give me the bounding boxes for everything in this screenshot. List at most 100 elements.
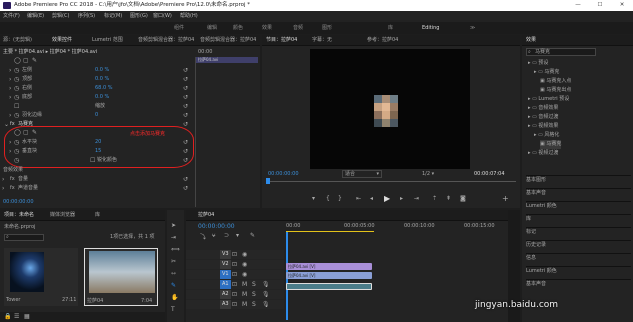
reset-icon[interactable]: ↺ [183,111,188,120]
tab-reference[interactable]: 参考：拉萨04 [367,35,398,46]
snap-icon[interactable]: ⩝ [212,232,215,240]
expand-arrow-icon[interactable]: › [2,175,4,184]
effects-section-header[interactable]: 信息 [526,253,631,262]
eye-icon[interactable]: ◉ [242,260,247,269]
add-marker-icon[interactable]: ▾ [236,232,239,239]
effects-search-input[interactable]: ⌕ 马赛克 [526,48,596,56]
menu-clip[interactable]: 剪辑(C) [52,11,69,22]
selection-tool-icon[interactable]: ➤ [171,222,176,229]
tab-source[interactable]: 源：(无剪辑) [3,35,32,46]
expand-arrow-icon[interactable]: › [9,66,11,75]
effects-section-header[interactable]: 基本图形 [526,175,631,184]
pen-mask-icon[interactable]: ✎ [32,57,37,64]
expand-arrow-icon[interactable]: › [9,93,11,102]
effects-section-header[interactable]: 库 [526,214,631,223]
effects-section-header[interactable]: 基本声音 [526,188,631,197]
effects-tree-item[interactable]: ▸ ▭ 音频效果 [528,104,558,113]
list-view-icon[interactable]: ☰ [14,313,19,320]
fit-dropdown[interactable]: 适合 ▾ [342,170,382,178]
workspace-libraries[interactable]: 库 [388,22,393,34]
mute-icon[interactable]: M [242,300,247,309]
expand-arrow-icon[interactable]: ⌄ [4,120,9,129]
menu-window[interactable]: 窗口(W) [153,11,172,22]
menu-marker[interactable]: 标记(M) [104,11,122,22]
ripple-edit-tool-icon[interactable]: ⟺ [171,246,180,253]
stopwatch-icon[interactable]: ◷ [14,75,19,84]
tab-libraries[interactable]: 库 [95,210,100,221]
reset-icon[interactable]: ↺ [183,102,188,111]
timeline-timecode[interactable]: 00:00:00:00 [198,222,235,231]
expand-arrow-icon[interactable]: › [2,184,4,193]
reset-icon[interactable]: ↺ [183,75,188,84]
tab-audio-mixer[interactable]: 音频剪辑混合器：拉萨04 [138,35,194,46]
track-label[interactable]: V3 [220,250,231,259]
play-icon[interactable]: ▶ [384,194,390,203]
menu-file[interactable]: 文件(F) [3,11,20,22]
track-label[interactable]: A1 [220,280,231,289]
menu-sequence[interactable]: 序列(S) [78,11,95,22]
effect-timecode[interactable]: 00:00:00:00 [3,198,34,207]
track-lock-icon[interactable]: ⊡ [232,290,237,299]
go-to-out-icon[interactable]: ⇥ [414,195,419,202]
add-marker-icon[interactable]: ▾ [312,195,315,202]
tab-effect-controls[interactable]: 效果控件 [52,35,72,46]
hand-tool-icon[interactable]: ✋ [171,294,178,301]
track-label[interactable]: A3 [220,300,231,309]
tab-project[interactable]: 项目：未命名 [4,210,34,221]
effects-tree-item[interactable]: ▣ 马赛克 [540,140,562,149]
reset-icon[interactable]: ↺ [183,84,188,93]
stopwatch-icon[interactable]: ◷ [14,84,19,93]
stopwatch-icon[interactable]: ◷ [14,93,19,102]
reset-icon[interactable]: ↺ [183,184,188,193]
pen-tool-icon[interactable]: ✎ [171,282,176,289]
workspace-assembly[interactable]: 组件 [174,22,184,34]
work-area-bar[interactable] [286,231,374,232]
reset-icon[interactable]: ↺ [183,175,188,184]
param-value[interactable]: 0 [95,111,98,120]
param-value[interactable]: 0.0 % [95,66,109,75]
workspace-effects[interactable]: 效果 [262,22,272,34]
solo-icon[interactable]: S [252,280,256,289]
eye-icon[interactable]: ◉ [242,250,247,259]
playhead-icon[interactable] [266,178,270,184]
mute-icon[interactable]: M [242,280,247,289]
nest-icon[interactable]: ⤵ [200,232,206,241]
effects-section-header[interactable]: 历史记录 [526,240,631,249]
step-forward-icon[interactable]: ▸ [400,195,403,202]
track-lock-icon[interactable]: ⊡ [232,280,237,289]
minimize-button[interactable]: — [567,0,589,11]
ellipse-mask-icon[interactable]: ◯ [14,57,21,64]
workspace-color[interactable]: 颜色 [233,22,243,34]
menu-help[interactable]: 帮助(H) [180,11,198,22]
track-header[interactable]: V2 ⊡ ◉ [186,260,284,269]
menu-edit[interactable]: 编辑(E) [27,11,44,22]
checkbox-icon[interactable]: ☐ [14,102,19,111]
reset-icon[interactable]: ↺ [183,93,188,102]
razor-tool-icon[interactable]: ✂ [171,258,176,265]
timeline-clip-v2[interactable]: 拉萨04.avi [V] [286,263,372,270]
effects-tree-item[interactable]: ▣ 马赛克入点 [540,77,571,86]
track-lock-icon[interactable]: ⊡ [232,260,237,269]
workspace-audio[interactable]: 音频 [293,22,303,34]
track-label[interactable]: V2 [220,260,231,269]
effects-section-header[interactable]: Lumetri 颜色 [526,201,631,210]
effects-section-header[interactable]: 标记 [526,227,631,236]
workspace-editing[interactable]: 编辑 [207,22,217,34]
track-header[interactable]: A3 ⊡ M S 🎙 [186,300,284,309]
param-value[interactable]: 0.0 % [95,93,109,102]
effects-tree-item[interactable]: ▸ ▭ Lumetri 预设 [528,95,569,104]
track-label[interactable]: V1 [220,270,231,279]
menu-graphics[interactable]: 图形(G) [130,11,148,22]
extract-icon[interactable]: ⇞ [446,195,451,202]
project-clip-lhasa[interactable]: 拉萨04 7:04 [84,248,158,306]
effects-tree-item[interactable]: ▸ ▭ 风格化 [534,131,559,140]
close-button[interactable]: ✕ [611,0,633,11]
step-back-icon[interactable]: ◂ [370,195,373,202]
microphone-icon[interactable]: 🎙 [262,290,270,299]
track-lock-icon[interactable]: ⊡ [232,270,237,279]
project-search-input[interactable]: ⌕ [4,234,44,241]
tab-captions[interactable]: 字幕：无 [312,35,332,46]
effects-tree-item[interactable]: ▸ ▭ 预设 [528,59,548,68]
effects-section-header[interactable]: 基本声音 [526,279,631,288]
stopwatch-icon[interactable]: ◷ [14,66,19,75]
